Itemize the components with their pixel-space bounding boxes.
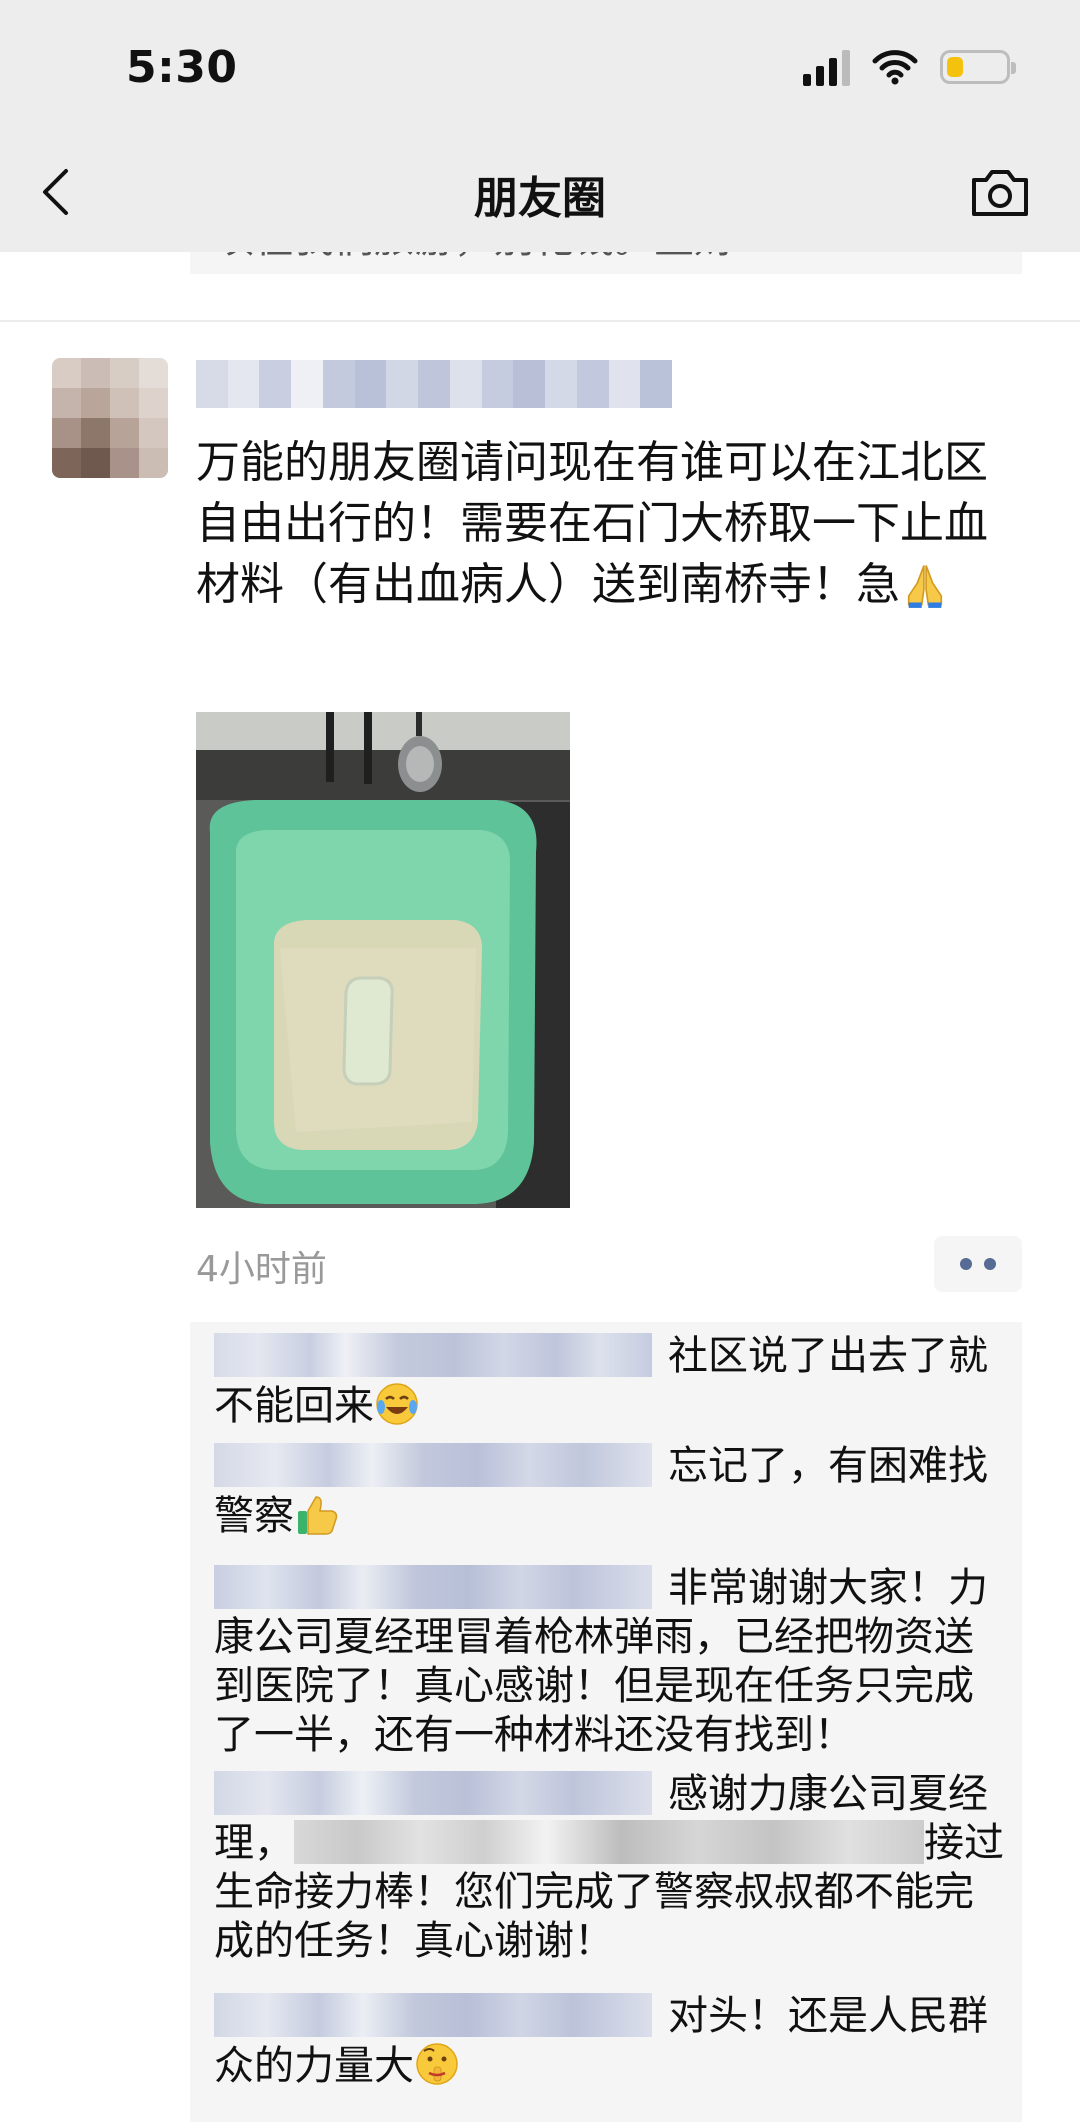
post-divider xyxy=(0,320,1080,322)
battery-icon xyxy=(940,50,1016,84)
camera-icon xyxy=(972,170,1028,216)
wifi-icon xyxy=(872,50,918,85)
shushing-face-emoji-icon xyxy=(416,2043,458,2085)
laughing-tears-emoji-icon xyxy=(376,1383,418,1425)
commenter-name[interactable] xyxy=(214,1333,652,1377)
more-dot-icon xyxy=(960,1258,972,1270)
cellular-signal-icon xyxy=(803,48,850,86)
commenter-name[interactable] xyxy=(214,1443,652,1487)
more-dot-icon xyxy=(984,1258,996,1270)
comment-item[interactable]: 忘记了，有困难找警察 xyxy=(214,1442,1004,1541)
camera-button[interactable] xyxy=(968,164,1032,224)
status-time: 5:30 xyxy=(126,42,238,93)
praying-hands-icon xyxy=(907,565,943,608)
post-text-content: 万能的朋友圈请问现在有谁可以在江北区自由出行的！需要在石门大桥取一下止血材料（有… xyxy=(196,437,988,610)
thumbs-up-emoji-icon xyxy=(298,1496,338,1535)
author-name[interactable] xyxy=(196,360,673,408)
battery-level xyxy=(947,57,963,77)
comment-item[interactable]: 对头！还是人民群众的力量大 xyxy=(214,1992,1004,2091)
commenter-name[interactable] xyxy=(214,1771,652,1815)
status-icons xyxy=(803,48,1016,86)
comments-section: 社区说了出去了就不能回来 忘记了，有困难找警察 非常谢谢大家！力康公司夏经理冒着… xyxy=(190,1322,1022,2122)
post-timestamp: 4小时前 xyxy=(196,1249,327,1290)
post-photo[interactable] xyxy=(196,712,570,1208)
top-bar: 5:30 朋友圈 xyxy=(0,0,1080,252)
post-text: 万能的朋友圈请问现在有谁可以在江北区自由出行的！需要在石门大桥取一下止血材料（有… xyxy=(196,432,1026,615)
redacted-mention xyxy=(294,1820,924,1864)
comment-item[interactable]: 社区说了出去了就不能回来 xyxy=(214,1332,1004,1431)
more-actions-button[interactable] xyxy=(934,1236,1022,1292)
comment-item[interactable]: 感谢力康公司夏经理， 接过生命接力棒！您们完成了警察叔叔都不能完成的任务！真心谢谢… xyxy=(214,1770,1004,1966)
commenter-name[interactable] xyxy=(214,1565,652,1609)
page-title: 朋友圈 xyxy=(474,173,606,224)
comment-item[interactable]: 非常谢谢大家！力康公司夏经理冒着枪林弹雨，已经把物资送到医院了！真心感谢！但是现… xyxy=(214,1564,1004,1760)
commenter-name[interactable] xyxy=(214,1993,652,2037)
avatar[interactable] xyxy=(52,358,168,478)
